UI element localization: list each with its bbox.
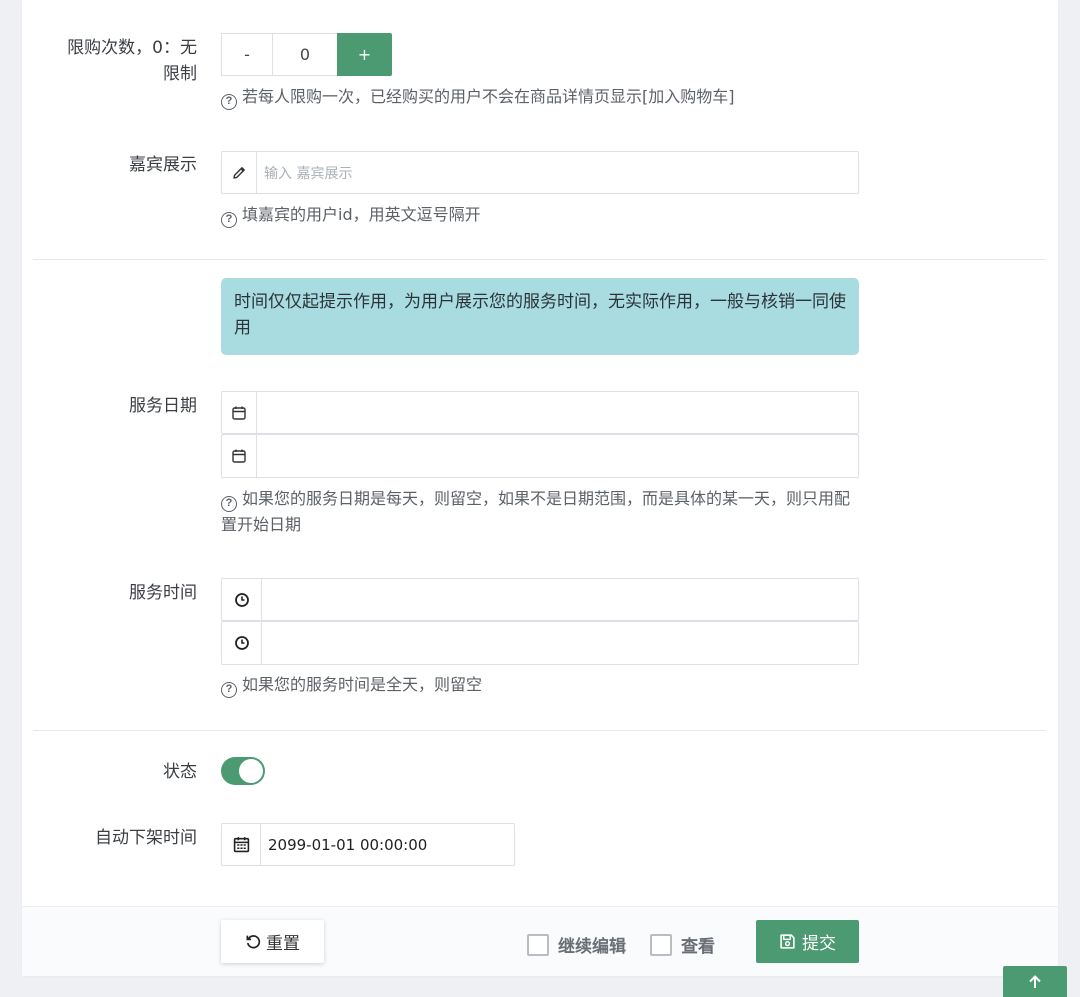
view-label: 查看	[681, 937, 715, 957]
increment-button[interactable]: +	[337, 33, 392, 76]
decrement-button[interactable]: -	[221, 33, 273, 76]
question-icon: ?	[221, 94, 237, 110]
status-toggle[interactable]	[221, 757, 265, 785]
service-date-help-text: 如果您的服务日期是每天，则留空，如果不是日期范围，而是具体的某一天，则只用配置开…	[221, 489, 851, 534]
service-time-end-group	[221, 621, 859, 665]
submit-label: 提交	[802, 934, 836, 954]
auto-off-input-group: 2099-01-01 00:00:00	[221, 823, 515, 866]
service-date-help: ? 如果您的服务日期是每天，则留空，如果不是日期范围，而是具体的某一天，则只用配置…	[221, 486, 861, 537]
reset-label: 重置	[266, 934, 300, 954]
service-date-start-group	[221, 391, 859, 434]
service-time-start-input[interactable]	[262, 579, 858, 620]
calendar-icon	[222, 392, 257, 433]
clock-icon	[222, 579, 262, 620]
guests-input-group: 输入 嘉宾展示	[221, 151, 859, 194]
checkbox-box[interactable]	[650, 933, 672, 956]
guests-help-text: 填嘉宾的用户id，用英文逗号隔开	[242, 205, 481, 224]
guests-label: 嘉宾展示	[129, 155, 197, 175]
calendar-icon	[222, 435, 257, 477]
purchase-limit-help-text: 若每人限购一次，已经购买的用户不会在商品详情页显示[加入购物车]	[242, 87, 735, 106]
purchase-limit-input[interactable]: 0	[273, 33, 337, 76]
continue-edit-checkbox[interactable]: 继续编辑	[527, 932, 626, 957]
service-time-start-group	[221, 578, 859, 621]
guests-help: ? 填嘉宾的用户id，用英文逗号隔开	[221, 202, 481, 228]
view-checkbox[interactable]: 查看	[650, 932, 715, 957]
section-divider	[33, 730, 1046, 731]
service-date-start-input[interactable]	[257, 392, 858, 433]
question-icon: ?	[221, 682, 237, 698]
service-time-notice: 时间仅仅起提示作用，为用户展示您的服务时间，无实际作用，一般与核销一同使用	[221, 278, 859, 355]
reset-button[interactable]: 重置	[221, 920, 324, 963]
arrow-up-icon	[1027, 974, 1043, 990]
undo-icon	[245, 933, 262, 950]
auto-off-label: 自动下架时间	[95, 828, 197, 848]
section-divider	[33, 259, 1046, 260]
service-time-help: ? 如果您的服务时间是全天，则留空	[221, 672, 482, 698]
save-icon	[779, 933, 796, 950]
service-time-end-input[interactable]	[262, 622, 858, 664]
question-icon: ?	[221, 496, 237, 512]
purchase-limit-label-line2: 限制	[163, 64, 197, 84]
service-time-help-text: 如果您的服务时间是全天，则留空	[242, 675, 483, 694]
purchase-limit-stepper: - 0 +	[221, 33, 392, 76]
service-date-label: 服务日期	[129, 396, 197, 416]
continue-edit-label: 继续编辑	[558, 937, 626, 957]
form-card: 限购次数，0：无 限制 - 0 + ? 若每人限购一次，已经购买的用户不会在商品详…	[22, 0, 1058, 976]
clock-icon	[222, 622, 262, 664]
service-time-label: 服务时间	[129, 583, 197, 603]
checkbox-box[interactable]	[527, 933, 549, 956]
purchase-limit-help: ? 若每人限购一次，已经购买的用户不会在商品详情页显示[加入购物车]	[221, 84, 735, 110]
service-date-end-group	[221, 434, 859, 478]
toggle-knob	[239, 759, 263, 783]
submit-button[interactable]: 提交	[756, 920, 859, 963]
service-date-end-input[interactable]	[257, 435, 858, 477]
scroll-to-top-button[interactable]	[1003, 966, 1067, 997]
status-label: 状态	[163, 762, 197, 782]
guests-input[interactable]: 输入 嘉宾展示	[257, 152, 858, 193]
purchase-limit-label-line1: 限购次数，0：无	[67, 38, 197, 58]
purchase-limit-label: 限购次数，0：无 限制	[22, 35, 197, 87]
pencil-icon	[222, 152, 257, 193]
calendar-icon	[222, 824, 261, 865]
question-icon: ?	[221, 212, 237, 228]
auto-off-input[interactable]: 2099-01-01 00:00:00	[261, 824, 514, 865]
